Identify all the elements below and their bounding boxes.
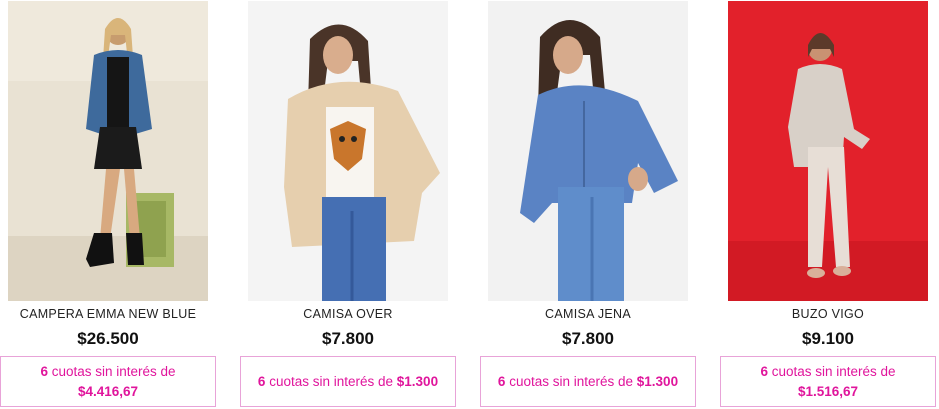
product-image[interactable] [728,1,928,301]
product-card[interactable]: CAMISA JENA $7.800 6 cuotas sin interés … [480,0,700,409]
installments-count: 6 [497,373,506,389]
product-card[interactable]: BUZO VIGO $9.100 6 cuotas sin interés de… [720,0,939,409]
installments-count: 6 [760,363,768,379]
installments-text: cuotas sin interés de [269,373,397,389]
product-image[interactable] [248,1,448,301]
installments-box: 6 cuotas sin interés de $1.516,67 [720,356,936,407]
installments-box: 6 cuotas sin interés de $1.300 [240,356,456,407]
product-grid: CAMPERA EMMA NEW BLUE $26.500 6 cuotas s… [0,0,939,409]
installments-count: 6 [40,363,48,379]
installments-count: 6 [257,373,266,389]
product-photo-icon [248,1,448,301]
product-photo-icon [488,1,688,301]
product-name[interactable]: BUZO VIGO [720,307,936,321]
product-price: $9.100 [802,329,854,348]
installments-text: cuotas sin interés de [51,363,176,379]
product-price: $26.500 [77,329,139,348]
installment-amount: $1.300 [396,373,439,389]
installments-box: 6 cuotas sin interés de $1.300 [480,356,696,407]
product-name[interactable]: CAMISA JENA [480,307,696,321]
installments-box: 6 cuotas sin interés de $4.416,67 [0,356,216,407]
product-price: $7.800 [322,329,374,348]
product-image[interactable] [8,1,208,301]
installments-text: cuotas sin interés de [771,363,896,379]
product-card[interactable]: CAMPERA EMMA NEW BLUE $26.500 6 cuotas s… [0,0,220,409]
installments-label: 6 cuotas sin interés de $4.416,67 [11,362,205,402]
installment-amount: $1.516,67 [797,383,859,399]
product-card[interactable]: CAMISA OVER $7.800 6 cuotas sin interés … [240,0,460,409]
installments-label: 6 cuotas sin interés de $1.300 [258,372,438,392]
product-name[interactable]: CAMPERA EMMA NEW BLUE [0,307,216,321]
product-name[interactable]: CAMISA OVER [240,307,456,321]
product-price: $7.800 [562,329,614,348]
installments-text: cuotas sin interés de [509,373,637,389]
installments-label: 6 cuotas sin interés de $1.300 [498,372,678,392]
installments-label: 6 cuotas sin interés de $1.516,67 [731,362,925,402]
installment-amount: $4.416,67 [77,383,139,399]
product-image[interactable] [488,1,688,301]
installment-amount: $1.300 [636,373,679,389]
product-photo-icon [8,1,208,301]
product-photo-icon [728,1,928,301]
